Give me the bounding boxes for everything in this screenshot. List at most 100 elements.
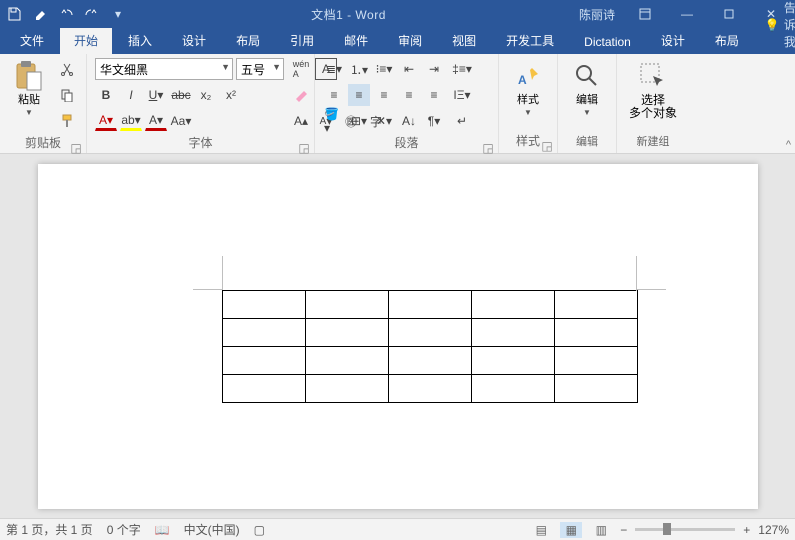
tab-table-design[interactable]: 设计 bbox=[647, 28, 699, 54]
group-label-styles: 样式◲ bbox=[507, 130, 549, 151]
group-label-font: 字体◲ bbox=[95, 132, 306, 153]
chevron-down-icon[interactable]: ▼ bbox=[272, 62, 281, 72]
zoom-slider[interactable] bbox=[635, 528, 735, 531]
align-center-button[interactable]: ≡ bbox=[348, 84, 370, 106]
subscript-button[interactable]: x₂ bbox=[195, 84, 217, 106]
group-label-newgroup: 新建组 bbox=[625, 131, 681, 151]
tab-developer[interactable]: 开发工具 bbox=[492, 28, 568, 54]
underline-button[interactable]: U▾ bbox=[145, 84, 167, 106]
editing-button[interactable]: 编辑 ▼ bbox=[566, 58, 608, 117]
table-row[interactable] bbox=[222, 291, 637, 319]
strikethrough-button[interactable]: abc bbox=[170, 84, 192, 106]
tab-insert[interactable]: 插入 bbox=[114, 28, 166, 54]
document-table[interactable] bbox=[222, 290, 638, 403]
page-indicator[interactable]: 第 1 页，共 1 页 bbox=[6, 521, 93, 538]
align-left-button[interactable]: ≡ bbox=[323, 84, 345, 106]
svg-text:A: A bbox=[518, 73, 527, 87]
undo-icon[interactable] bbox=[56, 4, 76, 24]
redo-icon[interactable] bbox=[82, 4, 102, 24]
asian-layout-button[interactable]: ✕▾ bbox=[373, 110, 395, 132]
tell-me-search[interactable]: 💡告诉我 bbox=[755, 0, 795, 54]
word-count[interactable]: 0 个字 bbox=[107, 521, 141, 538]
language-indicator[interactable]: 中文(中国) bbox=[184, 521, 240, 538]
align-right-button[interactable]: ≡ bbox=[373, 84, 395, 106]
tab-table-layout[interactable]: 布局 bbox=[701, 28, 753, 54]
margin-guide bbox=[193, 289, 223, 290]
zoom-in-button[interactable]: + bbox=[743, 523, 750, 537]
qat-customize-icon[interactable]: ▾ bbox=[108, 4, 128, 24]
increase-indent-button[interactable]: ⇥ bbox=[423, 58, 445, 80]
numbering-button[interactable]: ⒈▾ bbox=[348, 58, 370, 80]
print-layout-button[interactable]: ▦ bbox=[560, 522, 582, 538]
user-name[interactable]: 陈丽诗 bbox=[569, 6, 625, 23]
borders-button[interactable]: ⊞▾ bbox=[348, 110, 370, 132]
chevron-down-icon[interactable]: ▼ bbox=[221, 62, 230, 72]
sort-button[interactable]: A↓ bbox=[398, 110, 420, 132]
group-label-clipboard: 剪贴板◲ bbox=[8, 132, 78, 153]
tab-home[interactable]: 开始 bbox=[60, 28, 112, 54]
justify-button[interactable]: ≡ bbox=[398, 84, 420, 106]
dialog-launcher-icon[interactable]: ◲ bbox=[70, 141, 82, 153]
bold-button[interactable]: B bbox=[95, 84, 117, 106]
char-shading-button[interactable]: A▾ bbox=[145, 111, 167, 131]
eraser-icon[interactable] bbox=[30, 4, 50, 24]
highlight-button[interactable]: ab▾ bbox=[120, 111, 142, 131]
tab-layout[interactable]: 布局 bbox=[222, 28, 274, 54]
collapse-ribbon-button[interactable]: ^ bbox=[786, 139, 791, 151]
tab-view[interactable]: 视图 bbox=[438, 28, 490, 54]
styles-button[interactable]: A 样式 ▼ bbox=[507, 58, 549, 117]
zoom-out-button[interactable]: − bbox=[620, 523, 627, 537]
group-font: 华文细黑▼ 五号▼ B I U▾ abc x₂ x² A▾ ab▾ A▾ Aa▾ bbox=[87, 54, 315, 153]
tab-references[interactable]: 引用 bbox=[276, 28, 328, 54]
clear-formatting-button[interactable] bbox=[290, 84, 312, 106]
italic-button[interactable]: I bbox=[120, 84, 142, 106]
phonetic-guide-button[interactable]: wénA bbox=[290, 58, 312, 80]
page[interactable] bbox=[38, 164, 758, 509]
minimize-button[interactable]: — bbox=[667, 0, 707, 28]
zoom-level[interactable]: 127% bbox=[758, 523, 789, 537]
font-name-combo[interactable]: 华文细黑▼ bbox=[95, 58, 233, 80]
document-area[interactable] bbox=[0, 154, 795, 518]
table-row[interactable] bbox=[222, 319, 637, 347]
table-row[interactable] bbox=[222, 375, 637, 403]
format-painter-button[interactable] bbox=[56, 110, 78, 132]
bullets-button[interactable]: ≣▾ bbox=[323, 58, 345, 80]
web-layout-button[interactable]: ▥ bbox=[590, 522, 612, 538]
grow-font-button[interactable]: A▴ bbox=[290, 110, 312, 132]
shading-button[interactable]: 🪣▾ bbox=[323, 110, 345, 132]
show-paragraph-marks-button[interactable]: ↵ bbox=[451, 110, 473, 132]
tab-design[interactable]: 设计 bbox=[168, 28, 220, 54]
tab-dictation[interactable]: Dictation bbox=[570, 31, 645, 54]
paste-button[interactable]: 粘贴 ▼ bbox=[8, 58, 50, 117]
dialog-launcher-icon[interactable]: ◲ bbox=[482, 141, 494, 153]
dialog-launcher-icon[interactable]: ◲ bbox=[541, 139, 553, 151]
dialog-launcher-icon[interactable]: ◲ bbox=[298, 141, 310, 153]
decrease-indent-button[interactable]: ⇤ bbox=[398, 58, 420, 80]
font-color-button[interactable]: A▾ bbox=[95, 111, 117, 131]
table-row[interactable] bbox=[222, 347, 637, 375]
group-paragraph: ≣▾ ⒈▾ ⁝≡▾ ⇤ ⇥ ≡ ≡ ≡ ≡ ≡ 🪣▾ ⊞▾ ✕▾ bbox=[315, 54, 499, 153]
read-mode-button[interactable]: ▤ bbox=[530, 522, 552, 538]
spellcheck-icon[interactable]: 📖 bbox=[155, 523, 170, 537]
distributed-button[interactable]: ≡ bbox=[423, 84, 445, 106]
macro-rec-icon[interactable]: ▢ bbox=[254, 523, 265, 537]
multilevel-list-button[interactable]: ⁝≡▾ bbox=[373, 58, 395, 80]
copy-button[interactable] bbox=[56, 84, 78, 106]
font-size-combo[interactable]: 五号▼ bbox=[236, 58, 284, 80]
tab-mailings[interactable]: 邮件 bbox=[330, 28, 382, 54]
select-multiple-objects-button[interactable]: 选择多个对象 bbox=[625, 58, 681, 120]
line-spacing-button[interactable]: ‡≡▾ bbox=[451, 58, 473, 80]
tab-review[interactable]: 审阅 bbox=[384, 28, 436, 54]
maximize-button[interactable] bbox=[709, 0, 749, 28]
styles-icon: A bbox=[512, 60, 544, 92]
tab-file[interactable]: 文件 bbox=[6, 28, 58, 54]
text-direction-button[interactable]: ΙΞ▾ bbox=[451, 84, 473, 106]
slider-thumb[interactable] bbox=[663, 523, 671, 535]
change-case-button[interactable]: Aa▾ bbox=[170, 110, 192, 132]
save-icon[interactable] bbox=[4, 4, 24, 24]
cut-button[interactable] bbox=[56, 58, 78, 80]
superscript-button[interactable]: x² bbox=[220, 84, 242, 106]
show-marks-button[interactable]: ¶▾ bbox=[423, 110, 445, 132]
group-styles: A 样式 ▼ 样式◲ bbox=[499, 54, 558, 153]
ribbon-display-icon[interactable] bbox=[625, 0, 665, 28]
